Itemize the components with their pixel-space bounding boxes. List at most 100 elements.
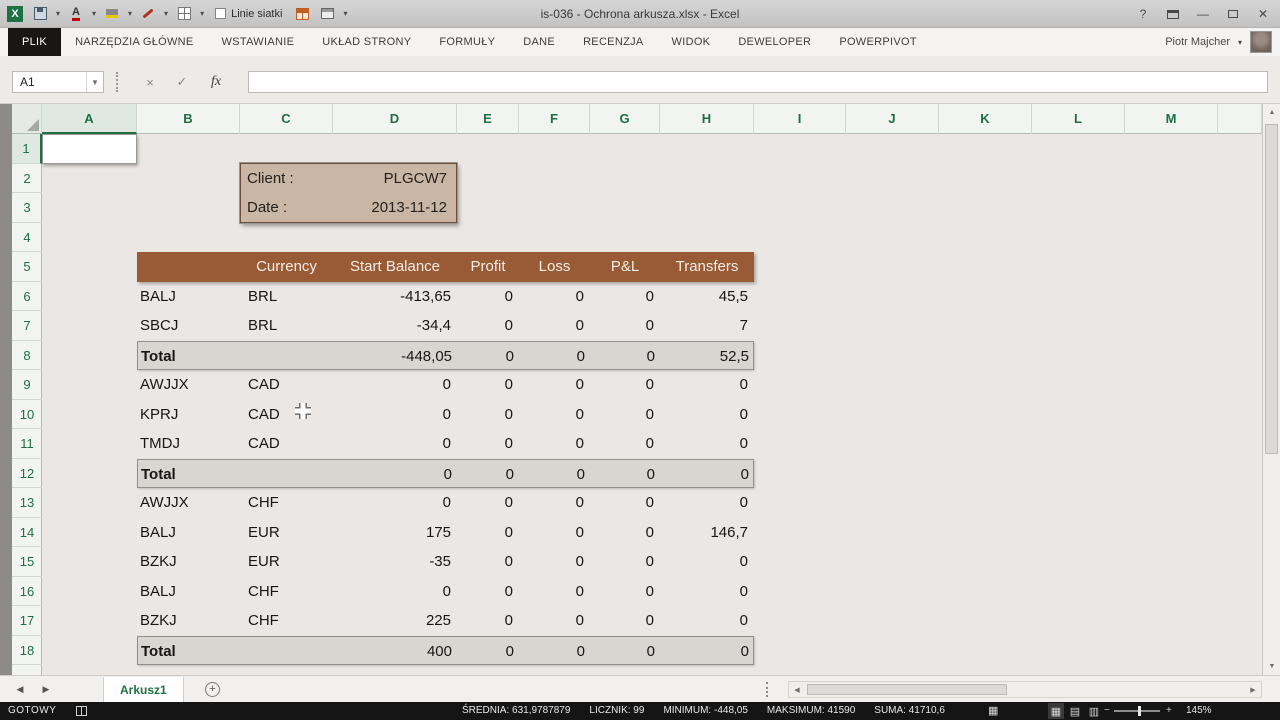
cell-value[interactable]: 0 [591,637,661,667]
cell-currency[interactable]: EUR [248,547,280,577]
cell-value[interactable]: 0 [457,547,519,577]
cell-value[interactable]: 0 [660,488,754,518]
row-header-7[interactable]: 7 [12,311,42,341]
zoom-slider-knob[interactable] [1138,706,1141,716]
ribbon-display-options-button[interactable] [1160,4,1186,24]
cell-value[interactable]: 0 [333,577,457,607]
excel-app-icon[interactable]: X [6,5,24,23]
font-color-icon[interactable]: A [67,5,85,23]
column-header-M[interactable]: M [1125,104,1218,134]
add-sheet-button[interactable]: + [205,682,220,697]
cell-value[interactable]: 45,5 [660,282,754,312]
minimize-button[interactable]: — [1190,4,1216,24]
tab-wstawianie[interactable]: WSTAWIANIE [208,28,309,56]
cell-value[interactable]: 0 [333,429,457,459]
table-header-row[interactable]: CurrencyStart BalanceProfitLossP&LTransf… [137,252,754,282]
zoom-out-icon[interactable]: − [1104,702,1110,720]
cell-account[interactable]: KPRJ [140,400,178,430]
cell-account[interactable]: AWJJX [140,488,189,518]
cell-value[interactable]: 0 [590,429,660,459]
pen-icon[interactable] [139,5,157,23]
client-info-box[interactable]: Client :PLGCW7Date :2013-11-12 [240,163,457,223]
horizontal-scrollbar[interactable]: ◀ ▶ [788,681,1262,698]
row-header-11[interactable]: 11 [12,429,42,459]
worksheet-area[interactable]: ▲ ▼ ABCDEFGHIJKLM12345678910111213141516… [0,104,1280,675]
cell-value[interactable]: 0 [590,518,660,548]
cell-value[interactable]: 0 [590,400,660,430]
table-row[interactable]: AWJJXCAD00000 [137,370,754,400]
cell-value[interactable]: 0 [591,342,661,372]
chevron-down-icon[interactable]: ▾ [128,9,132,18]
row-header-4[interactable]: 4 [12,223,42,253]
normal-view-icon[interactable]: ▦ [1048,703,1064,719]
row-header-19[interactable]: 19 [12,665,42,675]
sheet-nav-left-icon[interactable]: ◀ [10,676,30,703]
table-header-cell[interactable]: Transfers [660,252,754,282]
cell-value[interactable]: 0 [457,429,519,459]
insert-function-icon[interactable]: fx [204,71,228,93]
cell-value[interactable]: 0 [519,282,590,312]
tab-recenzja[interactable]: RECENZJA [569,28,657,56]
close-button[interactable]: ✕ [1250,4,1276,24]
cell-value[interactable]: 0 [457,577,519,607]
cell-value[interactable]: 0 [520,342,591,372]
cell-value[interactable]: 0 [519,429,590,459]
gridlines-checkbox[interactable]: Linie siatki [215,8,282,20]
select-all-button[interactable] [12,104,42,134]
column-header-F[interactable]: F [519,104,590,134]
fill-color-icon[interactable] [103,5,121,23]
grid-view-icon[interactable]: ▦ [988,704,998,717]
cell-value[interactable]: 225 [333,606,457,636]
scroll-right-icon[interactable]: ▶ [1245,682,1261,697]
cell-account[interactable]: SBCJ [140,311,178,341]
cell-value[interactable]: 0 [591,460,661,490]
cell-value[interactable]: 7 [660,311,754,341]
cell-value[interactable]: 0 [590,488,660,518]
row-header-5[interactable]: 5 [12,252,42,282]
cell-value[interactable]: 0 [457,488,519,518]
selected-cell-a1[interactable] [42,134,137,164]
table-row[interactable]: BALJBRL-413,6500045,5 [137,282,754,312]
cell-value[interactable]: 0 [457,282,519,312]
row-header-8[interactable]: 8 [12,341,42,371]
row-header-18[interactable]: 18 [12,636,42,666]
scroll-up-icon[interactable]: ▲ [1263,104,1280,121]
cell-account[interactable]: AWJJX [140,370,189,400]
tab-powerpivot[interactable]: POWERPIVOT [825,28,931,56]
cell-value[interactable]: 0 [333,370,457,400]
row-header-6[interactable]: 6 [12,282,42,312]
cell-value[interactable]: 0 [520,460,591,490]
page-break-view-icon[interactable]: ▥ [1086,703,1102,719]
cell-account[interactable]: BALJ [140,577,176,607]
table-header-cell[interactable]: Profit [457,252,519,282]
cell-value[interactable]: -34,4 [333,311,457,341]
cell-value[interactable]: 0 [333,400,457,430]
zoom-level[interactable]: 145% [1186,702,1212,720]
row-header-1[interactable]: 1 [12,134,42,164]
cell-value[interactable]: 0 [660,577,754,607]
row-header-9[interactable]: 9 [12,370,42,400]
vertical-scrollbar[interactable]: ▲ ▼ [1262,104,1280,675]
cell-currency[interactable]: CAD [248,370,280,400]
tab-formu-y[interactable]: FORMUŁY [425,28,509,56]
tab-deweloper[interactable]: DEWELOPER [724,28,825,56]
row-header-17[interactable]: 17 [12,606,42,636]
cell-value[interactable]: 0 [660,606,754,636]
column-header-K[interactable]: K [939,104,1032,134]
cell-account[interactable]: Total [141,342,176,372]
cell-value[interactable]: 400 [334,637,458,667]
cell-value[interactable]: 0 [457,370,519,400]
cell-value[interactable]: 0 [520,637,591,667]
tab-narz-dzia-g-wne[interactable]: NARZĘDZIA GŁÓWNE [61,28,207,56]
horizontal-scrollbar-thumb[interactable] [807,684,1007,695]
user-avatar[interactable] [1250,31,1272,53]
cell-currency[interactable]: CAD [248,400,280,430]
save-icon[interactable] [31,5,49,23]
cell-account[interactable]: Total [141,460,176,490]
chevron-down-icon[interactable]: ▾ [92,9,96,18]
qat-more-icon[interactable]: ▾ [343,9,347,18]
table-header-cell[interactable]: Start Balance [333,252,457,282]
column-header-L[interactable]: L [1032,104,1125,134]
tab-uk-ad-strony[interactable]: UKŁAD STRONY [308,28,425,56]
cell-account[interactable]: BZKJ [140,606,177,636]
